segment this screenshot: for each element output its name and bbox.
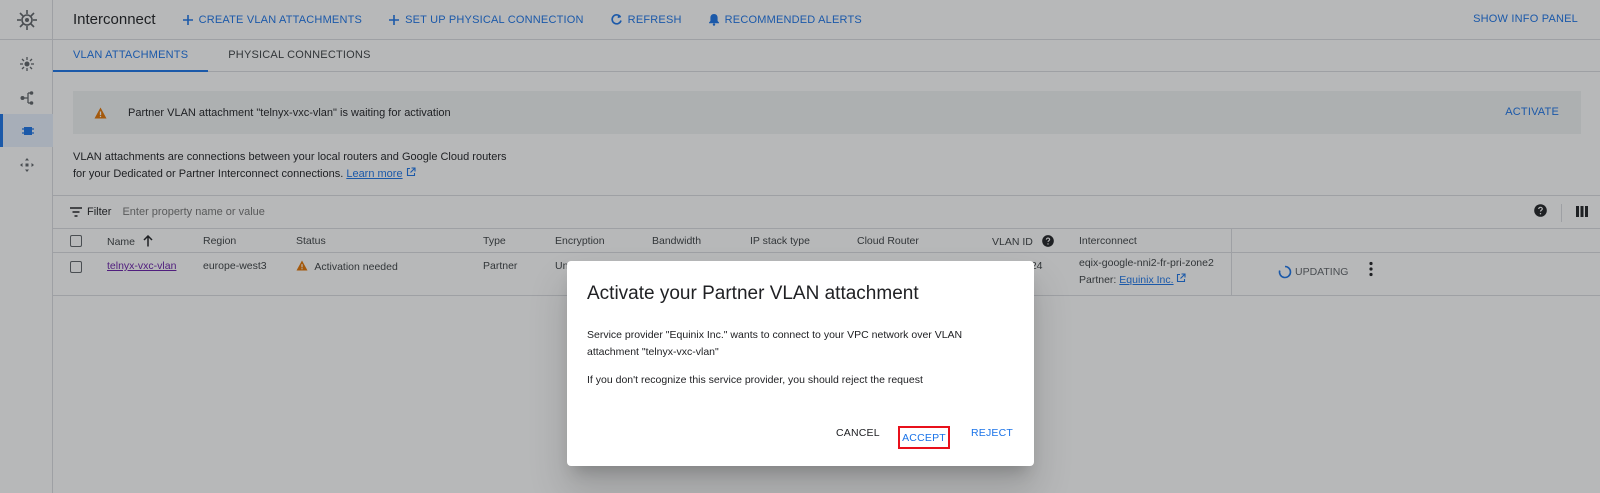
dialog-title: Activate your Partner VLAN attachment: [587, 283, 919, 304]
accept-button[interactable]: ACCEPT: [898, 426, 950, 449]
dialog-body: Service provider "Equinix Inc." wants to…: [587, 329, 963, 358]
cancel-button[interactable]: CANCEL: [836, 427, 880, 439]
reject-button[interactable]: REJECT: [971, 427, 1013, 439]
dialog-warning-text: If you don't recognize this service prov…: [587, 374, 923, 386]
activate-partner-vlan-dialog: Activate your Partner VLAN attachment Se…: [567, 261, 1034, 466]
